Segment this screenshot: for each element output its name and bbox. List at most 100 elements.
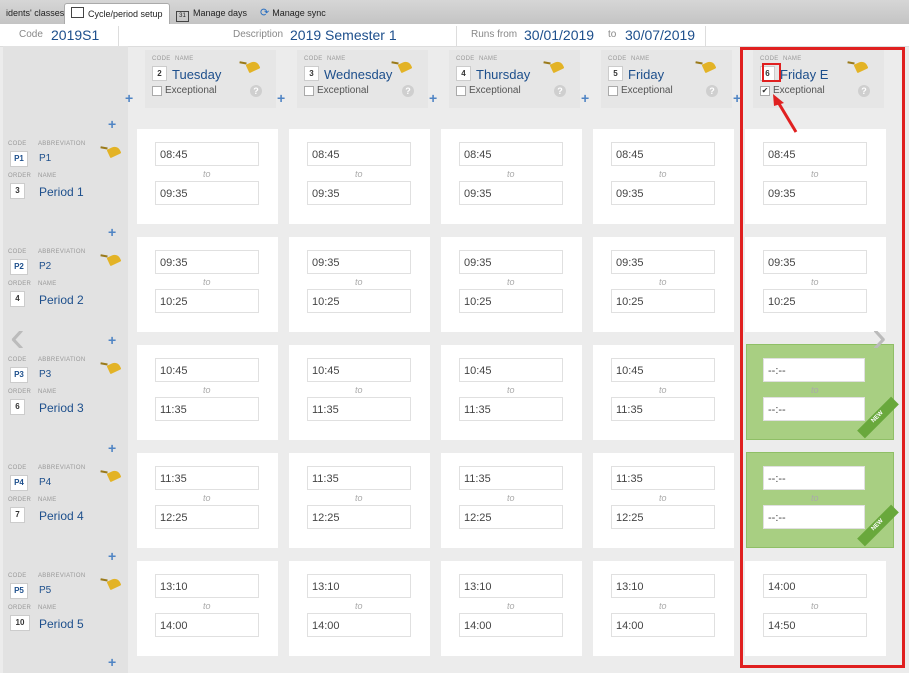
period-abbreviation[interactable]: P4 <box>39 477 51 488</box>
start-time-input[interactable]: 11:35 <box>155 466 259 490</box>
day-name[interactable]: Thursday <box>476 67 530 82</box>
code-label: CODE <box>456 56 475 62</box>
end-time-input[interactable]: 09:35 <box>459 181 563 205</box>
previous-arrow-icon[interactable]: ‹ <box>10 312 25 362</box>
add-period-plus-icon[interactable]: + <box>108 655 116 669</box>
end-time-input[interactable]: 14:00 <box>307 613 411 637</box>
add-period-plus-icon[interactable]: + <box>108 117 116 131</box>
end-time-input[interactable]: 11:35 <box>307 397 411 421</box>
start-time-input[interactable]: 08:45 <box>307 142 411 166</box>
day-name[interactable]: Friday <box>628 67 664 82</box>
start-time-input[interactable]: 10:45 <box>307 358 411 382</box>
add-period-plus-icon[interactable]: + <box>108 225 116 239</box>
help-icon[interactable]: ? <box>554 85 566 97</box>
divider <box>705 26 706 46</box>
tab-cycle-period-setup[interactable]: Cycle/period setup <box>64 3 170 25</box>
period-code[interactable]: P1 <box>10 151 28 167</box>
code-value[interactable]: 2019S1 <box>51 24 99 46</box>
tab-manage-days[interactable]: 31 Manage days <box>170 3 253 24</box>
period-order[interactable]: 3 <box>10 183 25 199</box>
add-period-plus-icon[interactable]: + <box>108 549 116 563</box>
start-time-input[interactable]: 09:35 <box>459 250 563 274</box>
end-time-input[interactable]: 12:25 <box>459 505 563 529</box>
end-time-input[interactable]: 14:00 <box>611 613 715 637</box>
end-time-input[interactable]: 14:00 <box>459 613 563 637</box>
start-time-input[interactable]: 10:45 <box>459 358 563 382</box>
exceptional-checkbox[interactable] <box>608 86 618 96</box>
start-time-input[interactable]: 10:45 <box>611 358 715 382</box>
end-time-input[interactable]: 11:35 <box>155 397 259 421</box>
add-day-plus-icon[interactable]: + <box>581 91 589 105</box>
add-day-plus-icon[interactable]: + <box>277 91 285 105</box>
period-abbreviation[interactable]: P3 <box>39 369 51 380</box>
highlight-code-box <box>762 63 781 82</box>
runs-to-date[interactable]: 30/07/2019 <box>625 24 695 46</box>
help-icon[interactable]: ? <box>250 85 262 97</box>
end-time-input[interactable]: 12:25 <box>307 505 411 529</box>
end-time-input[interactable]: 09:35 <box>155 181 259 205</box>
period-code[interactable]: P4 <box>10 475 28 491</box>
period-order[interactable]: 4 <box>10 291 25 307</box>
start-time-input[interactable]: 09:35 <box>307 250 411 274</box>
start-time-input[interactable]: 08:45 <box>611 142 715 166</box>
day-code[interactable]: 5 <box>608 66 623 81</box>
period-code[interactable]: P2 <box>10 259 28 275</box>
end-time-input[interactable]: 11:35 <box>459 397 563 421</box>
period-code[interactable]: P5 <box>10 583 28 599</box>
start-time-input[interactable]: 11:35 <box>307 466 411 490</box>
period-order[interactable]: 6 <box>10 399 25 415</box>
period-order[interactable]: 7 <box>10 507 25 523</box>
period-abbreviation[interactable]: P2 <box>39 261 51 272</box>
start-time-input[interactable]: 13:10 <box>459 574 563 598</box>
help-icon[interactable]: ? <box>402 85 414 97</box>
period-name[interactable]: Period 3 <box>39 401 84 415</box>
period-name[interactable]: Period 2 <box>39 293 84 307</box>
exceptional-checkbox[interactable] <box>152 86 162 96</box>
runs-from-date[interactable]: 30/01/2019 <box>524 24 594 46</box>
start-time-input[interactable]: 08:45 <box>155 142 259 166</box>
period-order[interactable]: 10 <box>10 615 30 631</box>
tab-students-classes[interactable]: idents' classes <box>0 3 70 24</box>
end-time-input[interactable]: 10:25 <box>307 289 411 313</box>
end-time-input[interactable]: 12:25 <box>155 505 259 529</box>
day-code[interactable]: 4 <box>456 66 471 81</box>
period-name[interactable]: Period 1 <box>39 185 84 199</box>
start-time-input[interactable]: 13:10 <box>155 574 259 598</box>
start-time-input[interactable]: 11:35 <box>611 466 715 490</box>
day-code[interactable]: 2 <box>152 66 167 81</box>
add-day-plus-icon[interactable]: + <box>429 91 437 105</box>
end-time-input[interactable]: 09:35 <box>611 181 715 205</box>
period-name[interactable]: Period 4 <box>39 509 84 523</box>
tab-manage-sync[interactable]: ⟳ Manage sync <box>254 3 332 24</box>
period-code[interactable]: P3 <box>10 367 28 383</box>
end-time-input[interactable]: 11:35 <box>611 397 715 421</box>
end-time-input[interactable]: 09:35 <box>307 181 411 205</box>
start-time-input[interactable]: 09:35 <box>155 250 259 274</box>
end-time-input[interactable]: 10:25 <box>459 289 563 313</box>
start-time-input[interactable]: 09:35 <box>611 250 715 274</box>
exceptional-checkbox[interactable] <box>304 86 314 96</box>
day-name[interactable]: Wednesday <box>324 67 392 82</box>
description-value[interactable]: 2019 Semester 1 <box>290 24 397 46</box>
start-time-input[interactable]: 11:35 <box>459 466 563 490</box>
day-name[interactable]: Tuesday <box>172 67 221 82</box>
add-day-plus-icon[interactable]: + <box>125 91 133 105</box>
day-code[interactable]: 3 <box>304 66 319 81</box>
divider <box>118 26 119 46</box>
period-name[interactable]: Period 5 <box>39 617 84 631</box>
end-time-input[interactable]: 14:00 <box>155 613 259 637</box>
period-abbreviation[interactable]: P1 <box>39 153 51 164</box>
order-label: ORDER <box>8 389 32 395</box>
start-time-input[interactable]: 13:10 <box>611 574 715 598</box>
help-icon[interactable]: ? <box>706 85 718 97</box>
add-period-plus-icon[interactable]: + <box>108 333 116 347</box>
add-period-plus-icon[interactable]: + <box>108 441 116 455</box>
start-time-input[interactable]: 13:10 <box>307 574 411 598</box>
end-time-input[interactable]: 10:25 <box>155 289 259 313</box>
end-time-input[interactable]: 10:25 <box>611 289 715 313</box>
start-time-input[interactable]: 10:45 <box>155 358 259 382</box>
start-time-input[interactable]: 08:45 <box>459 142 563 166</box>
exceptional-checkbox[interactable] <box>456 86 466 96</box>
period-abbreviation[interactable]: P5 <box>39 585 51 596</box>
end-time-input[interactable]: 12:25 <box>611 505 715 529</box>
